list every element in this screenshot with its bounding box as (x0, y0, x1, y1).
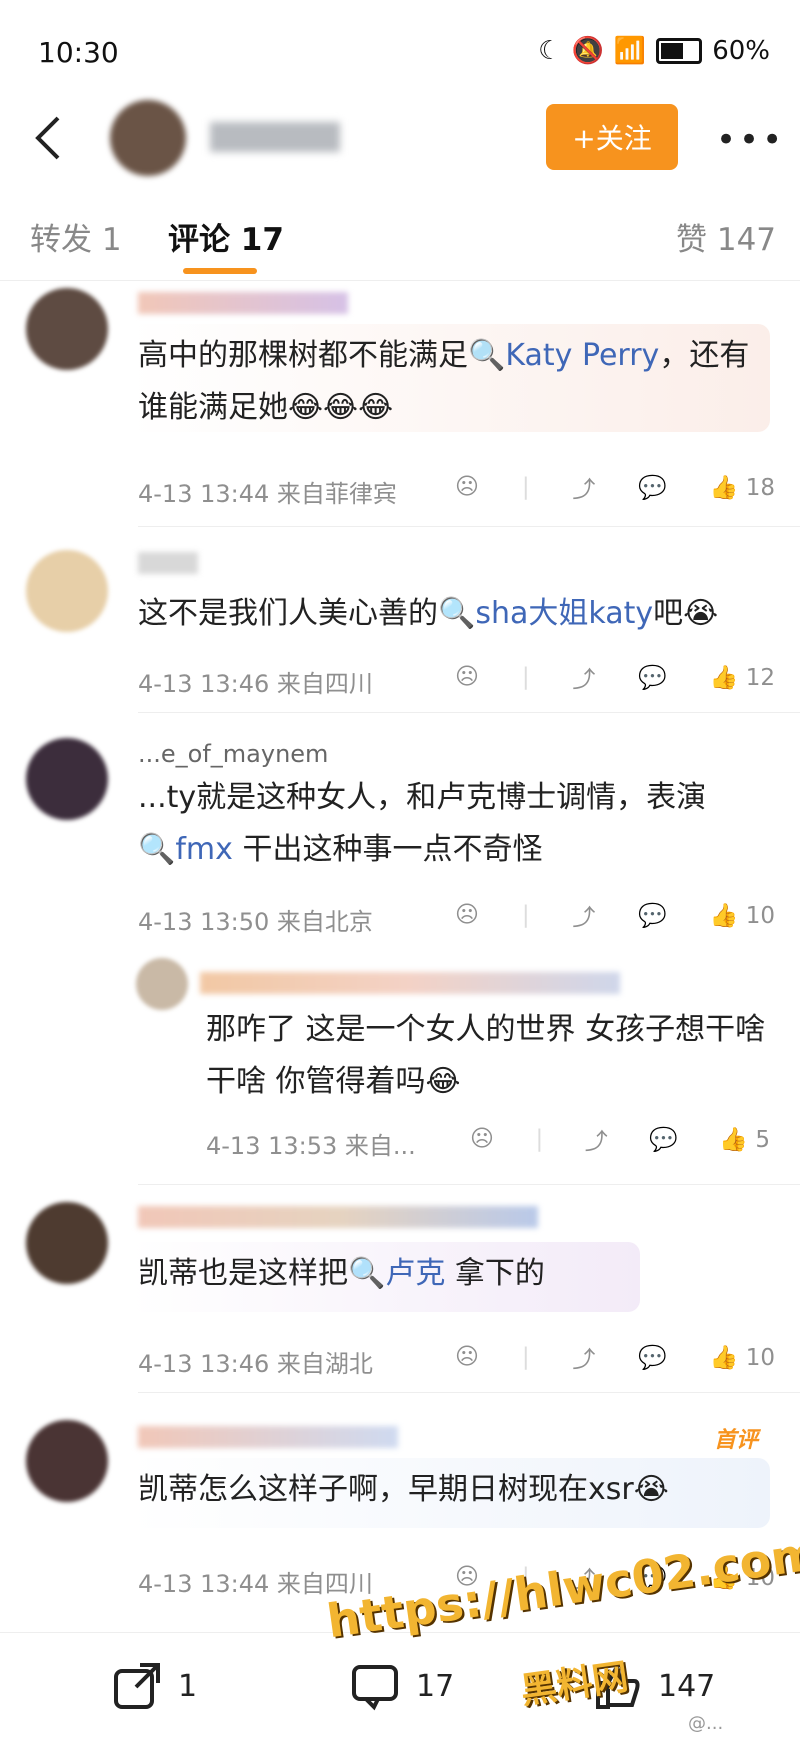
divider (138, 712, 800, 713)
mute-icon: 🔕 (571, 36, 604, 66)
comment-text: 这不是我们人美心善的🔍sha大姐katy吧😭 (138, 596, 719, 631)
author-avatar[interactable] (110, 100, 186, 176)
tab-active-indicator (183, 268, 257, 274)
header: +关注 ••• (0, 100, 800, 180)
wifi-icon: 📶 (613, 36, 647, 66)
comment-meta: 4-13 13:50 来自北京 (138, 908, 373, 936)
repost-count: 1 (178, 1668, 198, 1704)
mention-link[interactable]: 🔍卢克 (348, 1256, 445, 1291)
follow-button[interactable]: +关注 (546, 104, 678, 170)
comment-text: 高中的那棵树都不能满足🔍Katy Perry，还有谁能满足她😂😂😂 (138, 338, 750, 425)
replier-name-blurred[interactable] (200, 972, 620, 994)
reply-icon[interactable]: 💬 (649, 1126, 678, 1153)
more-icon[interactable]: ••• (716, 120, 785, 160)
tab-repost[interactable]: 转发 1 (30, 214, 122, 259)
repost-button[interactable]: 1 (112, 1661, 197, 1711)
commenter-avatar[interactable] (26, 1202, 108, 1284)
commenter-name-blurred[interactable] (138, 1426, 398, 1448)
tab-likes[interactable]: 赞 147 (676, 214, 776, 259)
commenter-avatar[interactable] (26, 738, 108, 820)
comment-text: 凯蒂怎么这样子啊，早期日树现在xsr😭 (138, 1472, 669, 1507)
divider (138, 1392, 800, 1393)
back-arrow-icon[interactable] (30, 110, 70, 166)
mention-link[interactable]: 🔍sha大姐katy (438, 596, 653, 631)
mention-link[interactable]: 🔍Katy Perry (468, 338, 659, 373)
repost-icon (114, 1663, 160, 1709)
share-icon[interactable]: ⤴ (585, 1122, 608, 1156)
reply-icon[interactable]: 💬 (638, 664, 667, 691)
comment-count: 17 (416, 1668, 455, 1704)
comment-actions: ☹ | ⤴ 💬 👍 10 (455, 898, 775, 932)
share-icon[interactable]: ⤴ (572, 1340, 595, 1374)
first-comment-tag: 首评 (714, 1428, 759, 1453)
moon-icon: ☾ (538, 36, 562, 66)
battery-icon (656, 38, 703, 64)
divider (138, 1184, 800, 1185)
mention-link[interactable]: 🔍fmx (138, 832, 233, 867)
comment-button[interactable]: 17 (350, 1661, 454, 1711)
replier-avatar[interactable] (136, 958, 188, 1010)
comment-actions: ☹ | ⤴ 💬 👍 12 (455, 660, 775, 694)
tab-bar: 转发 1 评论 17 赞 147 (0, 200, 800, 281)
comment-text: 凯蒂也是这样把🔍卢克 拿下的 (138, 1256, 545, 1291)
like-count: 147 (658, 1668, 716, 1704)
dislike-icon[interactable]: ☹ (470, 1126, 494, 1152)
comment-icon (352, 1665, 398, 1711)
dislike-icon[interactable]: ☹ (455, 664, 479, 690)
comment-text: ...ty就是这种女人，和卢克博士调情，表演 🔍fmx 干出这种事一点不奇怪 (138, 780, 707, 867)
reply-icon[interactable]: 💬 (638, 902, 667, 929)
comment-meta: 4-13 13:44 来自菲律宾 (138, 480, 397, 508)
commenter-avatar[interactable] (26, 288, 108, 370)
comment-actions: ☹ | ⤴ 💬 👍 10 (455, 1340, 775, 1374)
commenter-name-blurred[interactable] (138, 1206, 538, 1228)
like-button[interactable]: 👍 5 (719, 1126, 770, 1153)
reply-actions: ☹ | ⤴ 💬 👍 5 (470, 1122, 770, 1156)
comment-meta: 4-13 13:46 来自湖北 (138, 1350, 373, 1378)
watermark-corner: @... (688, 1713, 724, 1734)
reply-icon[interactable]: 💬 (638, 1344, 667, 1371)
dislike-icon[interactable]: ☹ (455, 1344, 479, 1370)
comment-actions: ☹ | ⤴ 💬 👍 18 (455, 470, 775, 504)
commenter-name-blurred[interactable] (138, 292, 348, 314)
like-button[interactable]: 👍 10 (710, 1344, 775, 1371)
commenter-avatar[interactable] (26, 550, 108, 632)
comment-meta: 4-13 13:46 来自四川 (138, 670, 373, 698)
commenter-avatar[interactable] (26, 1420, 108, 1502)
dislike-icon[interactable]: ☹ (455, 902, 479, 928)
tab-comments[interactable]: 评论 17 (168, 214, 284, 259)
reply-text: 那咋了 这是一个女人的世界 女孩子想干啥干啥 你管得着吗😂 (206, 1012, 766, 1099)
status-bar: 10:30 ☾ 🔕 📶 60% (0, 0, 800, 100)
like-button[interactable]: 👍 10 (710, 902, 775, 929)
status-time: 10:30 (38, 36, 119, 69)
share-icon[interactable]: ⤴ (572, 660, 595, 694)
watermark-url: https://hlwc02.com (323, 1525, 800, 1649)
share-icon[interactable]: ⤴ (572, 898, 595, 932)
bottom-action-bar: 1 17 147 (0, 1632, 800, 1751)
like-button[interactable]: 👍 12 (710, 664, 775, 691)
status-icons: ☾ 🔕 📶 60% (538, 36, 770, 66)
like-button[interactable]: 👍 18 (710, 474, 775, 501)
divider (138, 526, 800, 527)
dislike-icon[interactable]: ☹ (455, 474, 479, 500)
commenter-name[interactable]: ...e_of_maynem (138, 740, 328, 768)
battery-level: 60% (712, 36, 770, 66)
author-name-blurred[interactable] (210, 122, 340, 152)
reply-meta: 4-13 13:53 来自... (206, 1132, 416, 1160)
share-icon[interactable]: ⤴ (572, 470, 595, 504)
reply-icon[interactable]: 💬 (638, 474, 667, 501)
commenter-name-blurred[interactable] (138, 552, 198, 574)
